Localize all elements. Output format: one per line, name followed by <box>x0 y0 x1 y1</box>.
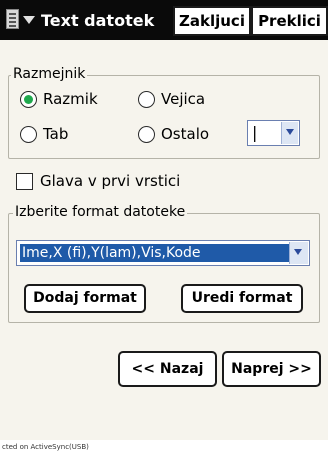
radio-tab-label: Tab <box>43 125 69 143</box>
chevron-down-icon[interactable] <box>289 242 308 264</box>
other-delimiter-value: | <box>252 123 258 142</box>
app-title: Text datotek <box>41 11 155 30</box>
top-bar: Text datotek Zakljuci Preklici <box>0 0 328 40</box>
checkbox-icon[interactable] <box>16 172 33 190</box>
radio-ostalo[interactable]: Ostalo <box>138 125 209 143</box>
selected-format: Ime,X (fi),Y(lam),Vis,Kode <box>20 244 289 262</box>
add-format-button[interactable]: Dodaj format <box>24 284 146 313</box>
radio-razmik-label: Razmik <box>43 90 98 108</box>
next-button[interactable]: Naprej >> <box>222 351 321 387</box>
delimiter-group-title: Razmejnik <box>11 66 88 82</box>
other-delimiter-select[interactable]: | <box>247 120 300 146</box>
radio-tab[interactable]: Tab <box>20 125 68 143</box>
header-row-checkbox[interactable]: Glava v prvi vrstici <box>16 172 180 190</box>
back-button[interactable]: << Nazaj <box>118 351 217 387</box>
radio-selected-icon[interactable] <box>20 90 37 108</box>
radio-vejica[interactable]: Vejica <box>138 90 205 108</box>
screen: Text datotek Zakljuci Preklici Razmejnik… <box>0 0 328 440</box>
radio-ostalo-label: Ostalo <box>161 125 210 143</box>
edit-format-button[interactable]: Uredi format <box>181 284 303 313</box>
document-menu-icon[interactable] <box>4 9 38 33</box>
header-row-label: Glava v prvi vrstici <box>40 172 181 190</box>
dropdown-arrow-icon <box>23 16 35 24</box>
chevron-down-icon[interactable] <box>281 122 298 144</box>
finish-button[interactable]: Zakljuci <box>173 6 251 36</box>
radio-icon[interactable] <box>138 125 155 143</box>
delimiter-group: Razmejnik <box>8 66 320 159</box>
format-group-title: Izberite format datoteke <box>13 204 188 220</box>
cancel-button[interactable]: Preklici <box>251 6 328 36</box>
radio-vejica-label: Vejica <box>161 90 206 108</box>
file-format-select[interactable]: Ime,X (fi),Y(lam),Vis,Kode <box>16 240 310 266</box>
status-text: cted on ActiveSync(USB) <box>0 440 328 455</box>
radio-icon[interactable] <box>20 125 37 143</box>
radio-icon[interactable] <box>138 90 155 108</box>
radio-razmik[interactable]: Razmik <box>20 90 98 108</box>
